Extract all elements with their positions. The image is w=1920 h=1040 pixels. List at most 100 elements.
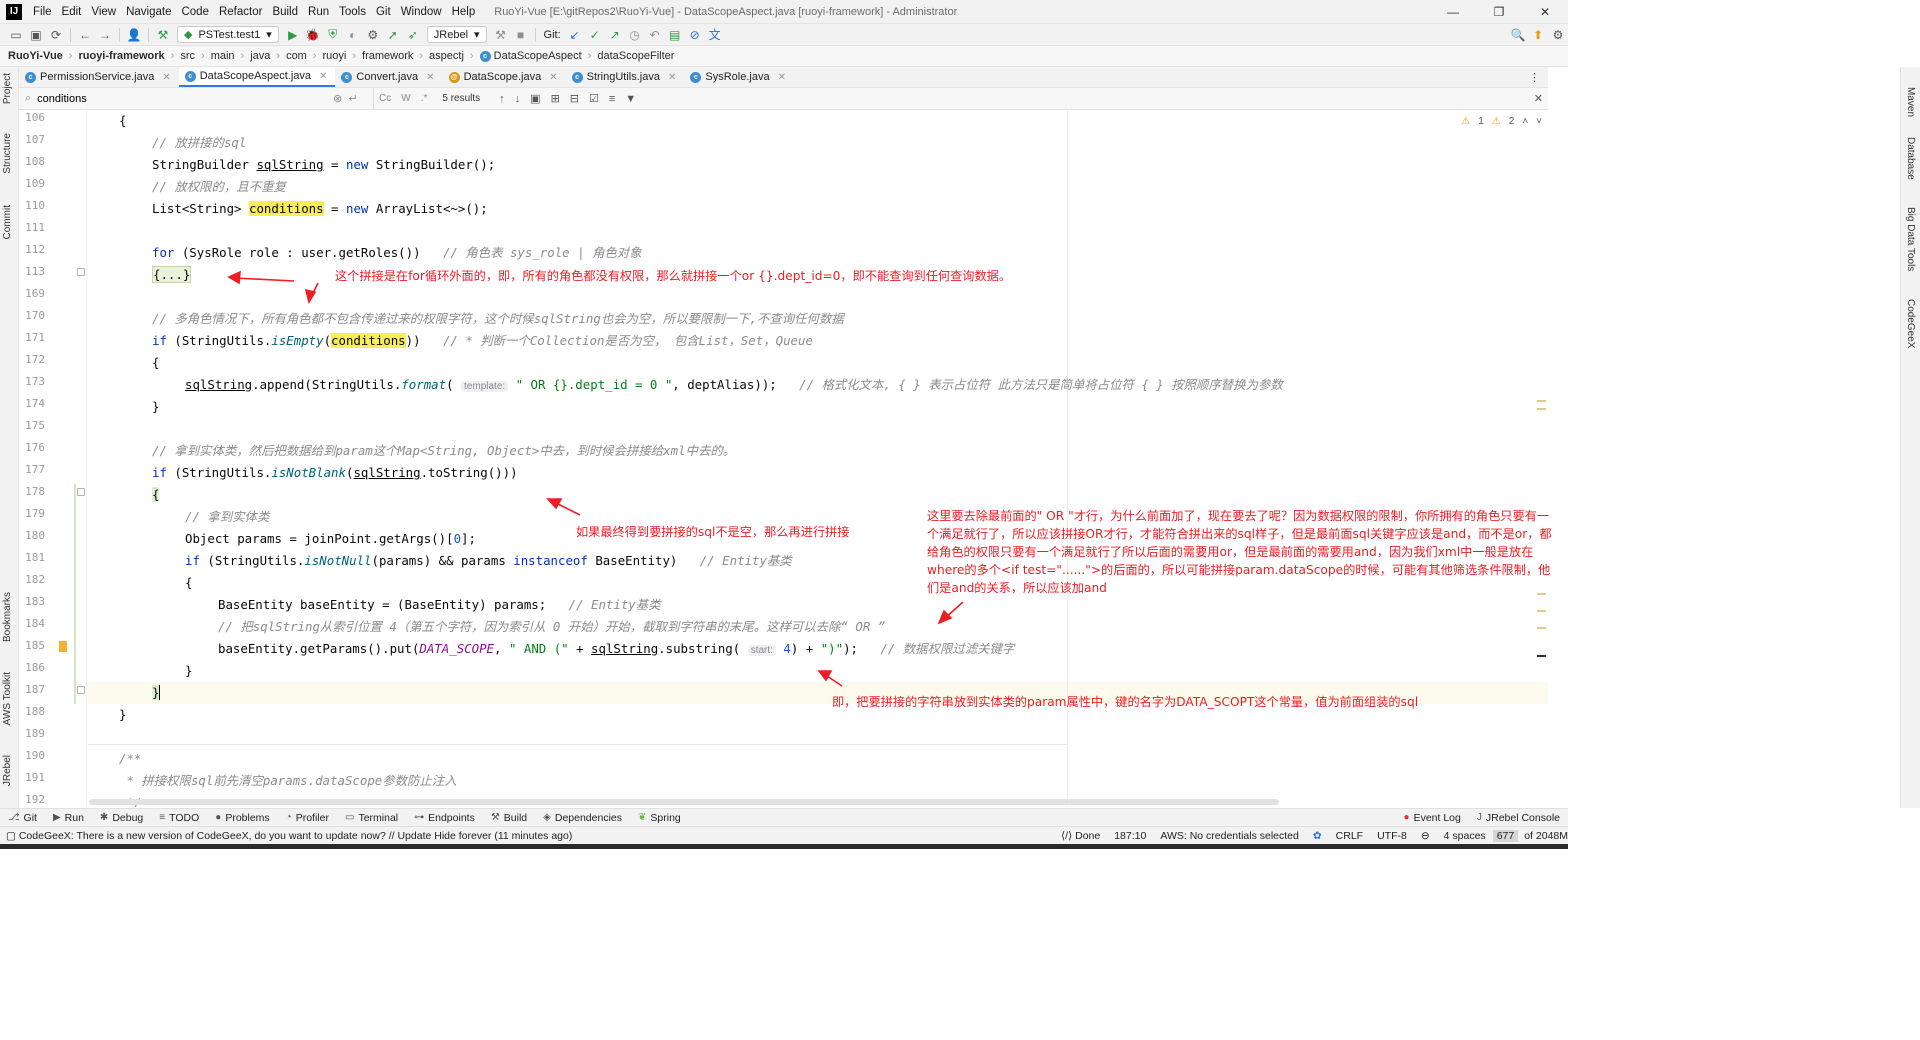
tool-project[interactable]: Project xyxy=(2,73,13,104)
indent-setting[interactable]: 4 spaces xyxy=(1437,830,1493,842)
status-message[interactable]: ▢ CodeGeeX: There is a new version of Co… xyxy=(0,830,1054,842)
menu-refactor[interactable]: Refactor xyxy=(214,6,267,18)
tool-structure[interactable]: Structure xyxy=(2,133,13,174)
fold-marker[interactable] xyxy=(77,686,85,694)
crumb-framework[interactable]: framework xyxy=(362,50,413,62)
bookmark-icon[interactable] xyxy=(59,641,67,652)
tool-endpoints[interactable]: ⊶ Endpoints xyxy=(406,812,483,824)
stop-hammer-icon[interactable]: ⚒ xyxy=(491,26,511,44)
horizontal-scrollbar[interactable] xyxy=(89,799,1279,805)
close-icon[interactable]: ✕ xyxy=(668,72,676,83)
folded-region[interactable]: {...} xyxy=(152,266,192,283)
run-icon[interactable]: ▶ xyxy=(283,26,303,44)
crumb-class[interactable]: DataScopeAspect xyxy=(494,50,582,62)
close-icon[interactable]: ✕ xyxy=(162,72,170,83)
stop-icon[interactable]: ■ xyxy=(511,26,531,44)
memory-indicator[interactable]: 677 of 2048M xyxy=(1492,829,1568,842)
menu-window[interactable]: Window xyxy=(396,6,447,18)
menu-file[interactable]: File xyxy=(28,6,57,18)
tool-profiler[interactable]: ◔ Profiler xyxy=(278,812,337,824)
back-icon[interactable]: ← xyxy=(75,26,95,44)
save-all-icon[interactable]: ▣ xyxy=(26,26,46,44)
tab-convert[interactable]: c Convert.java ✕ xyxy=(335,67,442,87)
tool-debug[interactable]: ✱ Debug xyxy=(92,812,151,824)
search-icon[interactable]: 🔍 xyxy=(1508,26,1528,44)
crumb-method[interactable]: dataScopeFilter xyxy=(597,50,674,62)
user-icon[interactable]: 👤 xyxy=(124,26,144,44)
previous-occurrence-icon[interactable]: ↑ xyxy=(499,93,505,105)
tool-dependencies[interactable]: ◈ Dependencies xyxy=(535,812,630,824)
filter-icon[interactable]: ▼ xyxy=(625,93,636,105)
jrebel-debug-icon[interactable]: ➶ xyxy=(403,26,423,44)
git-history-icon[interactable]: ◷ xyxy=(625,26,645,44)
close-icon[interactable]: ✕ xyxy=(426,72,434,83)
fold-marker[interactable] xyxy=(77,268,85,276)
clear-icon[interactable]: ⊗ xyxy=(333,92,342,105)
select-all-occurrences-icon[interactable]: ☑ xyxy=(589,92,599,105)
crumb-ruoyi[interactable]: ruoyi xyxy=(323,50,347,62)
whole-words-toggle[interactable]: W xyxy=(401,93,410,104)
tool-spring[interactable]: ❦ Spring xyxy=(630,812,689,824)
more-tabs-icon[interactable]: ⋮ xyxy=(1523,67,1548,87)
tool-jrebel-console[interactable]: J JRebel Console xyxy=(1469,812,1568,824)
tool-event-log[interactable]: ● Event Log xyxy=(1396,812,1469,824)
minimize-button[interactable]: — xyxy=(1430,5,1476,19)
tool-big-data[interactable]: Big Data Tools xyxy=(1905,207,1916,271)
menu-run[interactable]: Run xyxy=(303,6,334,18)
tab-permission-service[interactable]: c PermissionService.java ✕ xyxy=(19,67,179,87)
menu-help[interactable]: Help xyxy=(447,6,481,18)
tool-codegeex[interactable]: CodeGeeX xyxy=(1905,299,1916,348)
forward-icon[interactable]: → xyxy=(95,26,115,44)
crumb-project[interactable]: RuoYi-Vue xyxy=(8,50,63,62)
chevron-up-icon[interactable]: ˄ xyxy=(1522,116,1528,127)
close-icon[interactable]: ✕ xyxy=(778,72,786,83)
tool-terminal[interactable]: ▭ Terminal xyxy=(337,812,406,824)
no-entry-icon[interactable]: ⊘ xyxy=(685,26,705,44)
crumb-module[interactable]: ruoyi-framework xyxy=(78,50,164,62)
menu-code[interactable]: Code xyxy=(176,6,214,18)
tool-jrebel[interactable]: JRebel xyxy=(2,755,13,786)
chevron-down-icon[interactable]: ˅ xyxy=(1536,116,1542,127)
open-folder-icon[interactable]: ▭ xyxy=(6,26,26,44)
menu-view[interactable]: View xyxy=(86,6,121,18)
tab-data-scope[interactable]: @ DataScope.java ✕ xyxy=(443,67,566,87)
crumb-src[interactable]: src xyxy=(180,50,195,62)
sync-icon[interactable]: ⟳ xyxy=(46,26,66,44)
tool-maven[interactable]: Maven xyxy=(1905,87,1916,117)
tab-sys-role[interactable]: c SysRole.java ✕ xyxy=(684,67,794,87)
build-hammer-icon[interactable]: ⚒ xyxy=(153,26,173,44)
menu-tools[interactable]: Tools xyxy=(334,6,371,18)
filter-lines-icon[interactable]: ≡ xyxy=(609,93,615,105)
tool-build[interactable]: ⚒ Build xyxy=(483,812,535,824)
tab-string-utils[interactable]: c StringUtils.java ✕ xyxy=(566,67,685,87)
update-icon[interactable]: ⬆ xyxy=(1528,26,1548,44)
more-run-icon[interactable]: ⚙ xyxy=(363,26,383,44)
run-config-select[interactable]: ◆ PSTest.test1 ▾ xyxy=(177,26,279,43)
crumb-aspectj[interactable]: aspectj xyxy=(429,50,464,62)
tool-aws-toolkit[interactable]: AWS Toolkit xyxy=(2,672,13,725)
menu-edit[interactable]: Edit xyxy=(57,6,87,18)
jrebel-run-icon[interactable]: ➚ xyxy=(383,26,403,44)
add-occurrence-icon[interactable]: ⊞ xyxy=(551,92,560,105)
line-separator[interactable]: CRLF xyxy=(1329,830,1370,842)
regex-toggle[interactable]: .* xyxy=(421,93,428,104)
caret-position[interactable]: 187:10 xyxy=(1107,830,1153,842)
git-push-icon[interactable]: ↗ xyxy=(605,26,625,44)
next-occurrence-icon[interactable]: ↓ xyxy=(515,93,521,105)
git-commit-icon[interactable]: ✓ xyxy=(585,26,605,44)
tab-data-scope-aspect[interactable]: c DataScopeAspect.java ✕ xyxy=(178,67,336,87)
find-in-window-icon[interactable]: ▣ xyxy=(530,92,540,105)
ide-gear-icon[interactable]: ✿ xyxy=(1306,830,1329,842)
chart-icon[interactable]: ▤ xyxy=(665,26,685,44)
git-update-icon[interactable]: ↙ xyxy=(565,26,585,44)
close-button[interactable]: ✕ xyxy=(1522,5,1568,19)
close-find-icon[interactable]: ✕ xyxy=(1534,92,1543,105)
tool-database[interactable]: Database xyxy=(1905,137,1916,180)
find-input[interactable] xyxy=(37,92,328,105)
settings-icon[interactable]: ⚙ xyxy=(1548,26,1568,44)
tool-git[interactable]: ⎇ Git xyxy=(0,812,45,824)
crumb-main[interactable]: main xyxy=(211,50,235,62)
close-icon[interactable]: ✕ xyxy=(549,72,557,83)
close-icon[interactable]: ✕ xyxy=(319,71,327,82)
git-rollback-icon[interactable]: ↶ xyxy=(645,26,665,44)
